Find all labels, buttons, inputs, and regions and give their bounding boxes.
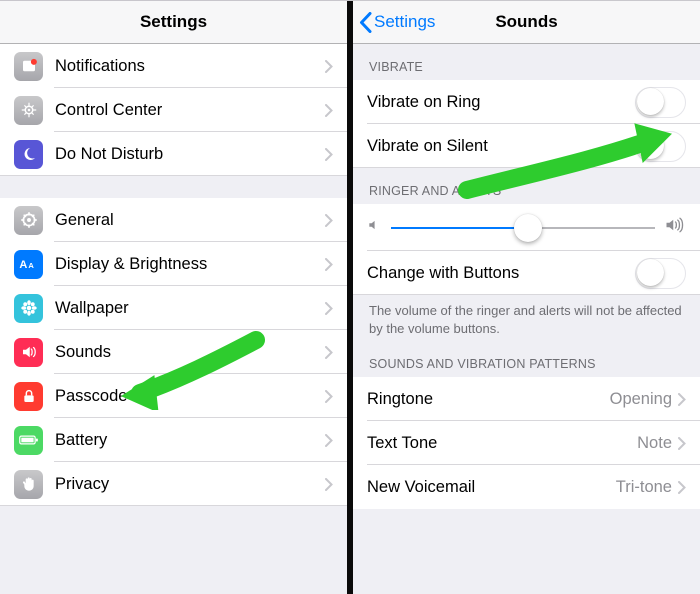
back-label: Settings	[374, 12, 435, 32]
row-text-tone[interactable]: Text Tone Note	[353, 421, 700, 465]
sounds-panel: Settings Sounds VIBRATE Vibrate on Ring …	[353, 0, 700, 594]
chevron-right-icon	[325, 214, 333, 227]
group-header-ringer: RINGER AND ALERTS	[353, 168, 700, 204]
chevron-right-icon	[678, 481, 686, 494]
row-label: General	[55, 211, 325, 230]
speaker-icon	[14, 338, 43, 367]
row-ringtone[interactable]: Ringtone Opening	[353, 377, 700, 421]
settings-item-privacy[interactable]: Privacy	[0, 462, 347, 506]
chevron-right-icon	[325, 302, 333, 315]
row-change-with-buttons[interactable]: Change with Buttons	[353, 251, 700, 295]
vibrate-group: Vibrate on Ring Vibrate on Silent	[353, 80, 700, 168]
row-label: Vibrate on Ring	[367, 93, 635, 112]
chevron-right-icon	[325, 434, 333, 447]
settings-item-control-center[interactable]: Control Center	[0, 88, 347, 132]
row-ringer-volume[interactable]	[353, 204, 700, 251]
row-label: Wallpaper	[55, 299, 325, 318]
toggle-vibrate-on-ring[interactable]	[635, 87, 686, 118]
settings-group-2: General AA Display & Brightness Wallpape…	[0, 198, 347, 506]
flower-icon	[14, 294, 43, 323]
chevron-right-icon	[325, 60, 333, 73]
row-vibrate-on-ring[interactable]: Vibrate on Ring	[353, 80, 700, 124]
navbar-left: Settings	[0, 0, 347, 44]
row-detail: Note	[637, 434, 672, 453]
chevron-right-icon	[678, 437, 686, 450]
control-center-icon	[14, 96, 43, 125]
ringer-group: Change with Buttons	[353, 204, 700, 295]
volume-slider[interactable]	[391, 227, 655, 229]
lock-icon	[14, 382, 43, 411]
toggle-vibrate-on-silent[interactable]	[635, 131, 686, 162]
settings-item-notifications[interactable]: Notifications	[0, 44, 347, 88]
row-label: Battery	[55, 431, 325, 450]
row-vibrate-on-silent[interactable]: Vibrate on Silent	[353, 124, 700, 168]
chevron-right-icon	[325, 390, 333, 403]
row-label: Privacy	[55, 475, 325, 494]
row-label: Change with Buttons	[367, 264, 635, 283]
row-detail: Tri-tone	[616, 478, 672, 497]
svg-text:A: A	[28, 261, 34, 270]
gear-icon	[14, 206, 43, 235]
page-title: Sounds	[495, 12, 557, 32]
battery-icon	[14, 426, 43, 455]
chevron-right-icon	[325, 478, 333, 491]
row-detail: Opening	[610, 390, 672, 409]
volume-high-icon	[665, 216, 686, 239]
row-label: Sounds	[55, 343, 325, 362]
chevron-right-icon	[678, 393, 686, 406]
patterns-group: Ringtone Opening Text Tone Note New Voic…	[353, 377, 700, 509]
settings-item-general[interactable]: General	[0, 198, 347, 242]
row-label: Vibrate on Silent	[367, 137, 635, 156]
svg-text:A: A	[19, 259, 27, 271]
group-footer-ringer: The volume of the ringer and alerts will…	[353, 295, 700, 345]
settings-item-wallpaper[interactable]: Wallpaper	[0, 286, 347, 330]
aa-icon: AA	[14, 250, 43, 279]
row-label: Control Center	[55, 101, 325, 120]
settings-item-battery[interactable]: Battery	[0, 418, 347, 462]
navbar-right: Settings Sounds	[353, 0, 700, 44]
row-label: Text Tone	[367, 434, 637, 453]
settings-item-passcode[interactable]: Passcode	[0, 374, 347, 418]
row-new-voicemail[interactable]: New Voicemail Tri-tone	[353, 465, 700, 509]
row-label: Passcode	[55, 387, 325, 406]
moon-icon	[14, 140, 43, 169]
notifications-icon	[14, 52, 43, 81]
group-header-vibrate: VIBRATE	[353, 44, 700, 80]
hand-icon	[14, 470, 43, 499]
row-label: Do Not Disturb	[55, 145, 325, 164]
back-button[interactable]: Settings	[359, 0, 435, 44]
volume-low-icon	[367, 218, 381, 237]
chevron-left-icon	[359, 12, 372, 33]
chevron-right-icon	[325, 148, 333, 161]
group-header-patterns: SOUNDS AND VIBRATION PATTERNS	[353, 345, 700, 377]
chevron-right-icon	[325, 104, 333, 117]
row-label: Notifications	[55, 57, 325, 76]
row-label: Ringtone	[367, 390, 610, 409]
row-label: New Voicemail	[367, 478, 616, 497]
settings-group-1: Notifications Control Center Do Not Dist…	[0, 44, 347, 176]
page-title: Settings	[140, 12, 207, 32]
toggle-change-with-buttons[interactable]	[635, 258, 686, 289]
chevron-right-icon	[325, 346, 333, 359]
settings-item-do-not-disturb[interactable]: Do Not Disturb	[0, 132, 347, 176]
settings-item-display-brightness[interactable]: AA Display & Brightness	[0, 242, 347, 286]
row-label: Display & Brightness	[55, 255, 325, 274]
settings-item-sounds[interactable]: Sounds	[0, 330, 347, 374]
settings-root-panel: Settings Notifications Control Center	[0, 0, 347, 594]
chevron-right-icon	[325, 258, 333, 271]
